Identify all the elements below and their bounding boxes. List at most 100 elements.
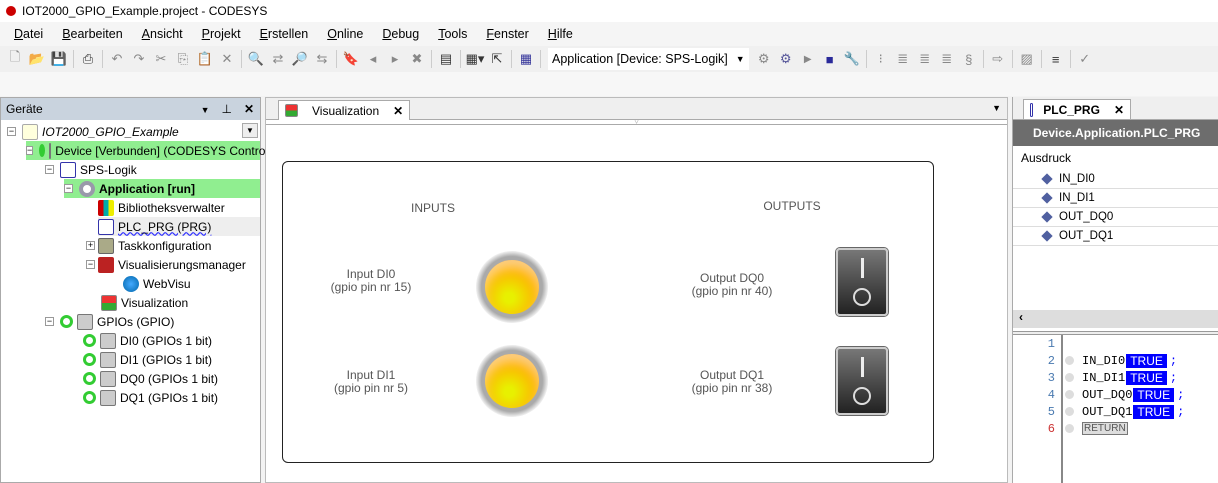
open-folder-icon[interactable]: 📂 — [28, 51, 46, 67]
find-in-folder-icon[interactable]: 🔎 — [291, 51, 309, 67]
horizontal-scrollbar[interactable]: ‹ — [1013, 310, 1218, 328]
tree-item-sps-logik[interactable]: − SPS-Logik — [45, 160, 137, 179]
tree-item-visualisierungsmanager[interactable]: − Visualisierungsmanager — [86, 255, 246, 274]
tree-item-dq0[interactable]: DQ0 (GPIOs 1 bit) — [83, 369, 218, 388]
check-icon[interactable]: ✓ — [1076, 51, 1094, 67]
tree-item-webvisu[interactable]: WebVisu — [123, 274, 191, 293]
bookmark-icon[interactable]: 🔖 — [342, 51, 360, 67]
breakpoint-dot-icon[interactable] — [1065, 356, 1074, 365]
replace-icon[interactable]: ⇄ — [269, 51, 287, 67]
watch-row[interactable]: OUT_DQ0 — [1013, 208, 1218, 227]
save-icon[interactable]: 💾 — [50, 51, 68, 67]
online-value[interactable]: TRUE — [1126, 353, 1167, 368]
tree-item-plc-prg[interactable]: PLC_PRG (PRG) — [98, 217, 260, 236]
menu-hilfe[interactable]: Hilfe — [548, 27, 573, 41]
panel-menu-icon[interactable]: ▼ — [201, 105, 210, 115]
tree-item-device[interactable]: − Device [Verbunden] (CODESYS Control — [26, 141, 268, 160]
watch-row[interactable]: IN_DI0 — [1013, 170, 1218, 189]
stop-icon[interactable]: ■ — [821, 51, 839, 67]
toggle-breakpoint-icon[interactable]: ⁝ — [872, 51, 890, 67]
menu-tools[interactable]: Tools — [438, 27, 467, 41]
scroll-left-icon[interactable]: ‹ — [1013, 310, 1023, 324]
tree-dropdown-icon[interactable]: ▼ — [242, 123, 258, 138]
menu-debug[interactable]: Debug — [382, 27, 419, 41]
prev-bookmark-icon[interactable]: ◂ — [364, 51, 382, 67]
menu-ansicht[interactable]: Ansicht — [142, 27, 183, 41]
code-line[interactable]: 3 IN_DI1 TRUE; — [1013, 369, 1218, 386]
tree-item-project[interactable]: − IOT2000_GPIO_Example — [7, 122, 179, 141]
menu-online[interactable]: Online — [327, 27, 363, 41]
properties-icon[interactable]: ▤ — [437, 51, 455, 67]
code-line[interactable]: 2 IN_DI0 TRUE; — [1013, 352, 1218, 369]
collapse-icon[interactable]: − — [7, 127, 16, 136]
close-tab-icon[interactable]: ✕ — [1114, 103, 1124, 117]
breakpoint-dot-icon[interactable] — [1065, 407, 1074, 416]
tab-list-dropdown-icon[interactable]: ▼ — [992, 103, 1001, 113]
code-line[interactable]: 5 OUT_DQ1 TRUE; — [1013, 403, 1218, 420]
application-selector[interactable]: Application [Device: SPS-Logik] ▼ — [548, 48, 749, 70]
find-icon[interactable]: 🔍 — [247, 51, 265, 67]
code-line[interactable]: 1 — [1013, 335, 1218, 352]
print-icon[interactable]: ⎙ — [79, 51, 97, 67]
tree-item-bibliotheksverwalter[interactable]: Bibliotheksverwalter — [98, 198, 225, 217]
new-project-icon[interactable]: 🗋 — [6, 49, 24, 67]
show-next-statement-icon[interactable]: ⇨ — [989, 51, 1007, 67]
add-object-icon[interactable]: ▦▾ — [466, 51, 485, 67]
cut-icon[interactable]: ✂ — [152, 51, 170, 67]
paste-icon[interactable]: 📋 — [196, 51, 214, 67]
collapse-icon[interactable]: − — [64, 184, 73, 193]
collapse-icon[interactable]: − — [45, 165, 54, 174]
tree-item-gpios[interactable]: − GPIOs (GPIO) — [45, 312, 174, 331]
watch-row[interactable]: OUT_DQ1 — [1013, 227, 1218, 246]
build-icon[interactable]: ▦ — [517, 51, 535, 67]
menu-datei[interactable]: Datei — [14, 27, 43, 41]
collapse-icon[interactable]: − — [26, 146, 34, 155]
undo-icon[interactable]: ↶ — [108, 51, 126, 67]
filter-icon[interactable]: ≡ — [1047, 51, 1065, 67]
switch-dq0[interactable] — [836, 248, 888, 316]
login-icon[interactable]: ⚙ — [755, 51, 773, 67]
step-over-icon[interactable]: ≣ — [894, 51, 912, 67]
copy-icon[interactable]: ⎘ — [174, 51, 192, 67]
menu-projekt[interactable]: Projekt — [202, 27, 241, 41]
collapse-icon[interactable]: − — [86, 260, 95, 269]
watch-row[interactable]: IN_DI1 — [1013, 189, 1218, 208]
online-value[interactable]: TRUE — [1133, 387, 1175, 402]
flow-control-icon[interactable]: ▨ — [1018, 51, 1036, 67]
online-value[interactable]: TRUE — [1133, 404, 1175, 419]
menu-fenster[interactable]: Fenster — [486, 27, 528, 41]
close-tab-icon[interactable]: ✕ — [393, 104, 403, 118]
next-bookmark-icon[interactable]: ▸ — [386, 51, 404, 67]
breakpoint-dot-icon[interactable] — [1065, 390, 1074, 399]
tab-plc-prg[interactable]: PLC_PRG ✕ — [1023, 99, 1131, 119]
step-out-icon[interactable]: ≣ — [938, 51, 956, 67]
clear-bookmarks-icon[interactable]: ✖ — [408, 51, 426, 67]
run-to-cursor-icon[interactable]: § — [960, 51, 978, 67]
code-line[interactable]: 4 OUT_DQ0 TRUE; — [1013, 386, 1218, 403]
close-icon[interactable]: ✕ — [244, 102, 254, 116]
online-value[interactable]: TRUE — [1126, 370, 1167, 385]
tab-visualization[interactable]: Visualization ✕ — [278, 100, 411, 120]
replace-in-folder-icon[interactable]: ⇆ — [313, 51, 331, 67]
tree-item-visualization[interactable]: Visualization — [101, 293, 188, 312]
breakpoint-dot-icon[interactable] — [1065, 424, 1074, 433]
splitter[interactable]: ▽ — [266, 119, 1007, 125]
tree-item-di0[interactable]: DI0 (GPIOs 1 bit) — [83, 331, 212, 350]
tree-item-taskkonfiguration[interactable]: + Taskkonfiguration — [86, 236, 211, 255]
menu-bearbeiten[interactable]: Bearbeiten — [62, 27, 122, 41]
export-icon[interactable]: ⇱ — [488, 51, 506, 67]
start-icon[interactable]: ▶ — [799, 51, 817, 67]
tree-item-application[interactable]: − Application [run] — [64, 179, 260, 198]
menu-erstellen[interactable]: Erstellen — [260, 27, 309, 41]
tree-item-di1[interactable]: DI1 (GPIOs 1 bit) — [83, 350, 212, 369]
collapse-icon[interactable]: − — [45, 317, 54, 326]
breakpoint-dot-icon[interactable] — [1065, 373, 1074, 382]
step-into-icon[interactable]: ≣ — [916, 51, 934, 67]
tree-item-dq1[interactable]: DQ1 (GPIOs 1 bit) — [83, 388, 218, 407]
code-line[interactable]: 6 RETURN — [1013, 420, 1218, 437]
pin-icon[interactable]: ⊥ — [221, 102, 231, 116]
reset-icon[interactable]: 🔧 — [843, 51, 861, 67]
logout-icon[interactable]: ⚙ — [777, 51, 795, 67]
expand-icon[interactable]: + — [86, 241, 95, 250]
redo-icon[interactable]: ↷ — [130, 51, 148, 67]
